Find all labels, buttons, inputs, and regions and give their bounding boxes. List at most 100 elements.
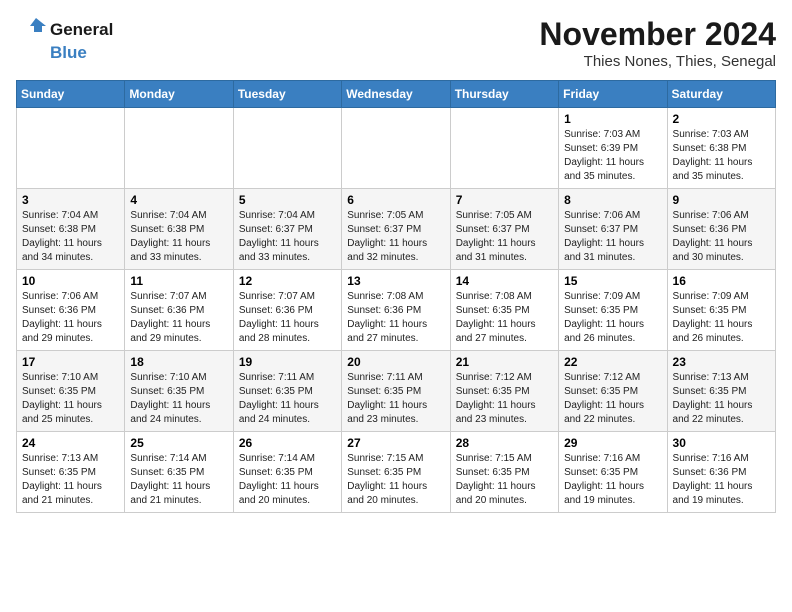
day-info: Sunrise: 7:03 AM Sunset: 6:38 PM Dayligh… (673, 128, 770, 184)
calendar-cell: 7 Sunrise: 7:05 AM Sunset: 6:37 PM Daylig… (450, 189, 558, 270)
day-number: 19 (239, 355, 336, 369)
day-number: 9 (673, 193, 770, 207)
day-number: 30 (673, 436, 770, 450)
calendar-week-row: 3 Sunrise: 7:04 AM Sunset: 6:38 PM Daylig… (17, 189, 776, 270)
calendar-cell: 17 Sunrise: 7:10 AM Sunset: 6:35 PM Dayli… (17, 351, 125, 432)
day-info: Sunrise: 7:13 AM Sunset: 6:35 PM Dayligh… (673, 371, 770, 427)
calendar-cell: 20 Sunrise: 7:11 AM Sunset: 6:35 PM Dayli… (342, 351, 450, 432)
day-number: 25 (130, 436, 227, 450)
day-info: Sunrise: 7:04 AM Sunset: 6:37 PM Dayligh… (239, 209, 336, 265)
day-number: 21 (456, 355, 553, 369)
day-number: 24 (22, 436, 119, 450)
calendar-cell: 12 Sunrise: 7:07 AM Sunset: 6:36 PM Dayli… (233, 270, 341, 351)
calendar-header-tuesday: Tuesday (233, 81, 341, 108)
calendar-header-saturday: Saturday (667, 81, 775, 108)
calendar-cell: 9 Sunrise: 7:06 AM Sunset: 6:36 PM Daylig… (667, 189, 775, 270)
calendar-cell: 4 Sunrise: 7:04 AM Sunset: 6:38 PM Daylig… (125, 189, 233, 270)
day-info: Sunrise: 7:04 AM Sunset: 6:38 PM Dayligh… (22, 209, 119, 265)
calendar-cell: 11 Sunrise: 7:07 AM Sunset: 6:36 PM Dayli… (125, 270, 233, 351)
day-number: 16 (673, 274, 770, 288)
calendar-cell: 25 Sunrise: 7:14 AM Sunset: 6:35 PM Dayli… (125, 432, 233, 513)
calendar-cell: 28Sunrise: 7:15 AM Sunset: 6:35 PM Dayli… (450, 432, 558, 513)
calendar-cell: 26 Sunrise: 7:14 AM Sunset: 6:35 PM Dayli… (233, 432, 341, 513)
calendar-cell (450, 108, 558, 189)
day-info: Sunrise: 7:08 AM Sunset: 6:36 PM Dayligh… (347, 290, 444, 346)
calendar-header-row: SundayMondayTuesdayWednesdayThursdayFrid… (17, 81, 776, 108)
day-info: Sunrise: 7:09 AM Sunset: 6:35 PM Dayligh… (564, 290, 661, 346)
calendar-week-row: 17 Sunrise: 7:10 AM Sunset: 6:35 PM Dayli… (17, 351, 776, 432)
day-number: 15 (564, 274, 661, 288)
day-number: 3 (22, 193, 119, 207)
calendar: SundayMondayTuesdayWednesdayThursdayFrid… (16, 80, 776, 513)
calendar-cell (17, 108, 125, 189)
location-title: Thies Nones, Thies, Senegal (539, 53, 776, 70)
day-number: 4 (130, 193, 227, 207)
header: General Blue November 2024 Thies Nones, … (16, 16, 776, 70)
day-number: 7 (456, 193, 553, 207)
calendar-cell: 30 Sunrise: 7:16 AM Sunset: 6:36 PM Dayli… (667, 432, 775, 513)
day-number: 11 (130, 274, 227, 288)
calendar-cell: 6Sunrise: 7:05 AM Sunset: 6:37 PM Daylig… (342, 189, 450, 270)
calendar-cell: 5 Sunrise: 7:04 AM Sunset: 6:37 PM Daylig… (233, 189, 341, 270)
day-number: 26 (239, 436, 336, 450)
day-info: Sunrise: 7:04 AM Sunset: 6:38 PM Dayligh… (130, 209, 227, 265)
day-number: 20 (347, 355, 444, 369)
calendar-header-sunday: Sunday (17, 81, 125, 108)
day-info: Sunrise: 7:09 AM Sunset: 6:35 PM Dayligh… (673, 290, 770, 346)
day-info: Sunrise: 7:15 AM Sunset: 6:35 PM Dayligh… (347, 452, 444, 508)
calendar-header-wednesday: Wednesday (342, 81, 450, 108)
day-info: Sunrise: 7:12 AM Sunset: 6:35 PM Dayligh… (564, 371, 661, 427)
calendar-cell: 1 Sunrise: 7:03 AM Sunset: 6:39 PM Daylig… (559, 108, 667, 189)
day-number: 17 (22, 355, 119, 369)
calendar-cell: 18Sunrise: 7:10 AM Sunset: 6:35 PM Dayli… (125, 351, 233, 432)
day-info: Sunrise: 7:16 AM Sunset: 6:35 PM Dayligh… (564, 452, 661, 508)
calendar-cell: 29 Sunrise: 7:16 AM Sunset: 6:35 PM Dayli… (559, 432, 667, 513)
calendar-cell: 22 Sunrise: 7:12 AM Sunset: 6:35 PM Dayli… (559, 351, 667, 432)
calendar-cell: 23 Sunrise: 7:13 AM Sunset: 6:35 PM Dayli… (667, 351, 775, 432)
day-info: Sunrise: 7:08 AM Sunset: 6:35 PM Dayligh… (456, 290, 553, 346)
calendar-cell: 14 Sunrise: 7:08 AM Sunset: 6:35 PM Dayli… (450, 270, 558, 351)
day-info: Sunrise: 7:07 AM Sunset: 6:36 PM Dayligh… (130, 290, 227, 346)
day-number: 14 (456, 274, 553, 288)
logo-bird-icon (16, 16, 48, 44)
day-info: Sunrise: 7:10 AM Sunset: 6:35 PM Dayligh… (22, 371, 119, 427)
calendar-cell (125, 108, 233, 189)
day-info: Sunrise: 7:11 AM Sunset: 6:35 PM Dayligh… (239, 371, 336, 427)
day-number: 8 (564, 193, 661, 207)
day-number: 12 (239, 274, 336, 288)
day-info: Sunrise: 7:15 AM Sunset: 6:35 PM Dayligh… (456, 452, 553, 508)
day-info: Sunrise: 7:07 AM Sunset: 6:36 PM Dayligh… (239, 290, 336, 346)
day-number: 22 (564, 355, 661, 369)
day-number: 23 (673, 355, 770, 369)
calendar-cell (342, 108, 450, 189)
calendar-cell: 10 Sunrise: 7:06 AM Sunset: 6:36 PM Dayli… (17, 270, 125, 351)
day-number: 10 (22, 274, 119, 288)
day-info: Sunrise: 7:14 AM Sunset: 6:35 PM Dayligh… (130, 452, 227, 508)
day-info: Sunrise: 7:12 AM Sunset: 6:35 PM Dayligh… (456, 371, 553, 427)
day-info: Sunrise: 7:10 AM Sunset: 6:35 PM Dayligh… (130, 371, 227, 427)
calendar-cell: 2Sunrise: 7:03 AM Sunset: 6:38 PM Daylig… (667, 108, 775, 189)
month-title: November 2024 (539, 16, 776, 53)
calendar-header-monday: Monday (125, 81, 233, 108)
day-info: Sunrise: 7:13 AM Sunset: 6:35 PM Dayligh… (22, 452, 119, 508)
calendar-cell: 3 Sunrise: 7:04 AM Sunset: 6:38 PM Daylig… (17, 189, 125, 270)
calendar-cell: 16 Sunrise: 7:09 AM Sunset: 6:35 PM Dayli… (667, 270, 775, 351)
calendar-cell: 19 Sunrise: 7:11 AM Sunset: 6:35 PM Dayli… (233, 351, 341, 432)
day-number: 1 (564, 112, 661, 126)
day-info: Sunrise: 7:14 AM Sunset: 6:35 PM Dayligh… (239, 452, 336, 508)
calendar-cell: 27Sunrise: 7:15 AM Sunset: 6:35 PM Dayli… (342, 432, 450, 513)
logo: General Blue (16, 16, 113, 63)
calendar-cell: 15 Sunrise: 7:09 AM Sunset: 6:35 PM Dayli… (559, 270, 667, 351)
day-info: Sunrise: 7:05 AM Sunset: 6:37 PM Dayligh… (347, 209, 444, 265)
calendar-cell: 13Sunrise: 7:08 AM Sunset: 6:36 PM Dayli… (342, 270, 450, 351)
day-info: Sunrise: 7:03 AM Sunset: 6:39 PM Dayligh… (564, 128, 661, 184)
day-number: 29 (564, 436, 661, 450)
title-area: November 2024 Thies Nones, Thies, Senega… (539, 16, 776, 70)
day-info: Sunrise: 7:11 AM Sunset: 6:35 PM Dayligh… (347, 371, 444, 427)
day-info: Sunrise: 7:06 AM Sunset: 6:36 PM Dayligh… (22, 290, 119, 346)
day-info: Sunrise: 7:05 AM Sunset: 6:37 PM Dayligh… (456, 209, 553, 265)
day-info: Sunrise: 7:16 AM Sunset: 6:36 PM Dayligh… (673, 452, 770, 508)
day-info: Sunrise: 7:06 AM Sunset: 6:36 PM Dayligh… (673, 209, 770, 265)
day-number: 5 (239, 193, 336, 207)
calendar-week-row: 10 Sunrise: 7:06 AM Sunset: 6:36 PM Dayli… (17, 270, 776, 351)
